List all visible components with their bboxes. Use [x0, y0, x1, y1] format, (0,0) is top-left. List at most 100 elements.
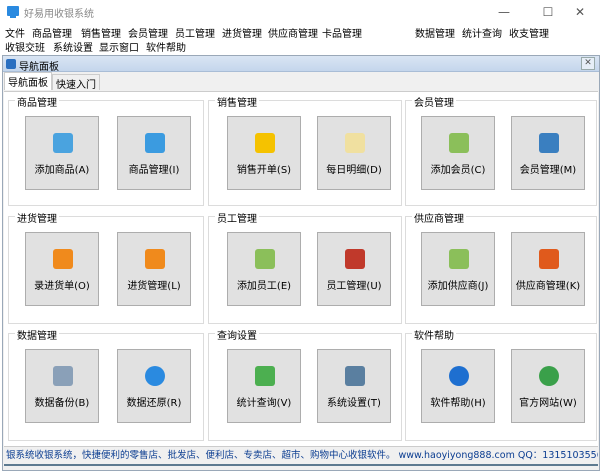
nav-button-label: 系统设置(T) — [327, 398, 381, 409]
supplier-icon — [539, 249, 559, 269]
group-4: 员工管理添加员工(E) 员工管理(U) — [208, 210, 402, 324]
status-bar: 银系统收银系统，快捷便利的零售店、批发店、便利店、专卖店、超市、购物中心收银软件… — [4, 446, 598, 466]
purchase-list-icon — [145, 249, 165, 269]
group-label: 进货管理 — [15, 210, 59, 225]
backup-icon — [53, 366, 73, 386]
gift-icon — [145, 133, 165, 153]
navigation-content: 商品管理添加商品(A) 商品管理(I) 销售管理销售开单(S) 每日明细(D) 会员管理… — [4, 91, 598, 446]
menu-sales[interactable]: 销售管理 — [81, 25, 121, 40]
group-label: 查询设置 — [215, 327, 259, 342]
menu-file[interactable]: 文件 — [5, 25, 25, 40]
nav-button[interactable]: 数据还原(R) — [117, 349, 191, 423]
group-label: 员工管理 — [215, 210, 259, 225]
nav-button[interactable]: 供应商管理(K) — [511, 232, 585, 306]
nav-button-label: 统计查询(V) — [236, 398, 292, 409]
nav-button-label: 销售开单(S) — [236, 165, 292, 176]
panel-header: 导航面板 ✕ — [3, 56, 599, 73]
nav-button[interactable]: 统计查询(V) — [227, 349, 301, 423]
nav-button[interactable]: 数据备份(B) — [25, 349, 99, 423]
nav-button-label: 添加商品(A) — [34, 165, 90, 176]
close-button[interactable]: ✕ — [560, 2, 600, 22]
group-label: 会员管理 — [412, 94, 456, 109]
add-employee-icon — [255, 249, 275, 269]
bar-chart-icon — [255, 366, 275, 386]
globe-icon — [539, 366, 559, 386]
nav-button-label: 添加员工(E) — [236, 281, 292, 292]
nav-button-label: 每日明细(D) — [326, 165, 382, 176]
menu-suppliers[interactable]: 供应商管理 — [268, 25, 318, 40]
receipt-icon — [345, 133, 365, 153]
purchase-form-icon — [53, 249, 73, 269]
menu-settings[interactable]: 系统设置 — [53, 39, 93, 54]
group-5: 供应商管理添加供应商(J) 供应商管理(K) — [405, 210, 597, 324]
app-icon — [7, 6, 19, 18]
menu-products[interactable]: 商品管理 — [32, 25, 72, 40]
group-label: 数据管理 — [15, 327, 59, 342]
group-label: 商品管理 — [15, 94, 59, 109]
group-label: 供应商管理 — [412, 210, 466, 225]
nav-button-label: 录进货单(O) — [34, 281, 90, 292]
tab-bar: 导航面板 快速入门 — [3, 72, 599, 91]
nav-button[interactable]: 每日明细(D) — [317, 116, 391, 190]
nav-button-label: 添加会员(C) — [430, 165, 486, 176]
nav-button-label: 商品管理(I) — [128, 165, 180, 176]
tab-navigation[interactable]: 导航面板 — [4, 72, 52, 90]
add-member-icon — [449, 133, 469, 153]
nav-button[interactable]: 官方网站(W) — [511, 349, 585, 423]
menu-window[interactable]: 显示窗口 — [99, 39, 139, 54]
nav-button[interactable]: 会员管理(M) — [511, 116, 585, 190]
nav-button-label: 员工管理(U) — [326, 281, 382, 292]
nav-button[interactable]: 系统设置(T) — [317, 349, 391, 423]
group-label: 销售管理 — [215, 94, 259, 109]
group-7: 查询设置统计查询(V) 系统设置(T) — [208, 327, 402, 441]
group-6: 数据管理数据备份(B) 数据还原(R) — [8, 327, 204, 441]
tab-quick-start[interactable]: 快速入门 — [52, 74, 100, 91]
member-icon — [539, 133, 559, 153]
menu-help[interactable]: 软件帮助 — [146, 39, 186, 54]
menu-data[interactable]: 数据管理 — [415, 25, 455, 40]
add-supplier-icon — [449, 249, 469, 269]
panel-title: 导航面板 — [19, 62, 59, 73]
nav-button-label: 官方网站(W) — [519, 398, 577, 409]
nav-button-label: 添加供应商(J) — [427, 281, 489, 292]
menu-stats[interactable]: 统计查询 — [462, 25, 502, 40]
nav-button[interactable]: 添加员工(E) — [227, 232, 301, 306]
nav-button[interactable]: 录进货单(O) — [25, 232, 99, 306]
group-8: 软件帮助软件帮助(H) 官方网站(W) — [405, 327, 597, 441]
nav-button[interactable]: 销售开单(S) — [227, 116, 301, 190]
group-1: 销售管理销售开单(S) 每日明细(D) — [208, 94, 402, 206]
nav-button[interactable]: 添加商品(A) — [25, 116, 99, 190]
settings-icon — [345, 366, 365, 386]
nav-button-label: 会员管理(M) — [519, 165, 577, 176]
nav-button-label: 软件帮助(H) — [430, 398, 486, 409]
menu-employees[interactable]: 员工管理 — [175, 25, 215, 40]
nav-button-label: 供应商管理(K) — [515, 281, 581, 292]
menu-cards[interactable]: 卡品管理 — [322, 25, 362, 40]
menu-purchases[interactable]: 进货管理 — [222, 25, 262, 40]
nav-button-label: 数据备份(B) — [34, 398, 90, 409]
group-label: 软件帮助 — [412, 327, 456, 342]
panel-close-button[interactable]: ✕ — [581, 57, 595, 70]
help-icon — [449, 366, 469, 386]
nav-button[interactable]: 软件帮助(H) — [421, 349, 495, 423]
restore-icon — [145, 366, 165, 386]
nav-button-label: 进货管理(L) — [127, 281, 181, 292]
nav-button[interactable]: 进货管理(L) — [117, 232, 191, 306]
nav-button[interactable]: 员工管理(U) — [317, 232, 391, 306]
navigation-panel: 导航面板 ✕ 导航面板 快速入门 商品管理 添加商品(A) 商品管理(I) 销售管理销… — [2, 55, 600, 471]
nav-button[interactable]: 添加供应商(J) — [421, 232, 495, 306]
shopping-bag-icon — [255, 133, 275, 153]
group-2: 会员管理添加会员(C) 会员管理(M) — [405, 94, 597, 206]
menu-bar: 文件 商品管理 销售管理 会员管理 员工管理 进货管理 供应商管理 卡品管理 数… — [0, 24, 560, 54]
minimize-button[interactable]: — — [484, 2, 524, 22]
menu-shift[interactable]: 收银交班 — [5, 39, 45, 54]
group-0: 商品管理添加商品(A) 商品管理(I) — [8, 94, 204, 206]
menu-members[interactable]: 会员管理 — [128, 25, 168, 40]
menu-finance[interactable]: 收支管理 — [509, 25, 549, 40]
employee-icon — [345, 249, 365, 269]
nav-button[interactable]: 添加会员(C) — [421, 116, 495, 190]
nav-button-label: 数据还原(R) — [126, 398, 182, 409]
nav-button[interactable]: 商品管理(I) — [117, 116, 191, 190]
home-icon — [6, 59, 16, 69]
group-3: 进货管理录进货单(O) 进货管理(L) — [8, 210, 204, 324]
